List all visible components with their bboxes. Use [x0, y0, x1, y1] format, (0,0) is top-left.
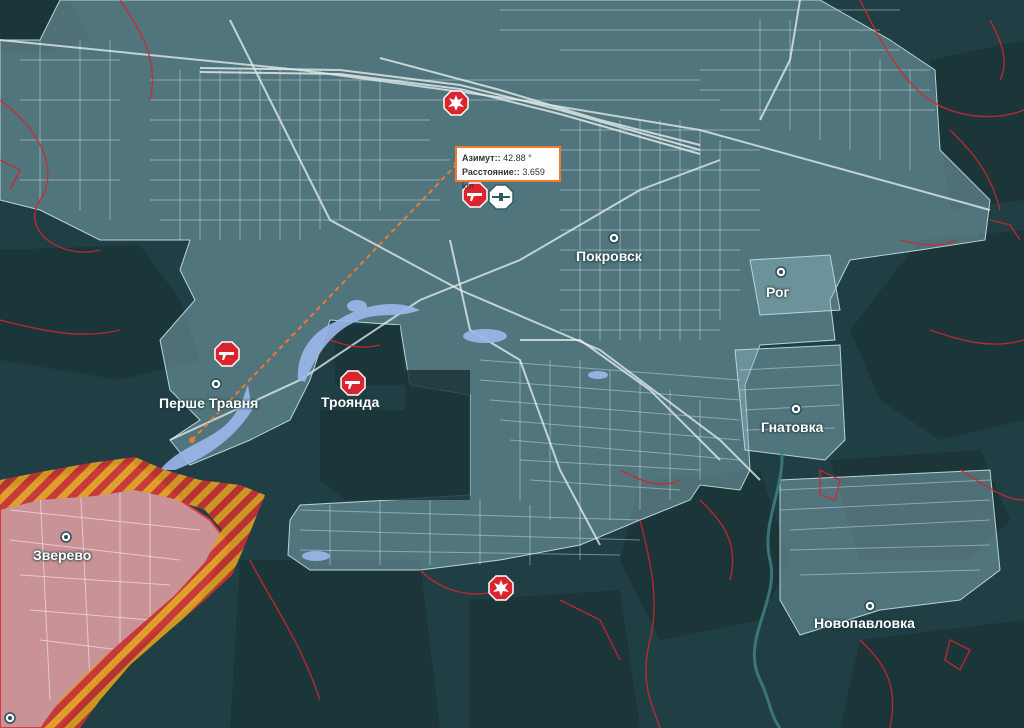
town-label-pokrovsk[interactable]: Покровск: [576, 248, 642, 264]
azimuth-label: Азимут::: [462, 153, 501, 163]
explosion-icon[interactable]: [488, 575, 514, 601]
town-label-pershe-travnya[interactable]: Перше Травня: [159, 395, 258, 411]
town-marker-icon[interactable]: [864, 600, 876, 612]
gun-icon[interactable]: [214, 341, 240, 367]
distance-label: Расстояние::: [462, 167, 520, 177]
gun-icon[interactable]: [340, 370, 366, 396]
town-label-rog[interactable]: Рог: [766, 284, 789, 300]
town-marker-icon[interactable]: [775, 266, 787, 278]
town-marker-icon[interactable]: [608, 232, 620, 244]
map-canvas[interactable]: Покровск Рог Перше Травня Троянда Гнатов…: [0, 0, 1024, 728]
distance-row: Расстояние:: 3.659 km: [462, 165, 554, 193]
town-label-gnatovka[interactable]: Гнатовка: [761, 419, 823, 435]
town-label-zverevo[interactable]: Зверево: [33, 547, 91, 563]
measure-tooltip: Азимут:: 42.88 ° Расстояние:: 3.659 km: [455, 146, 561, 191]
town-marker-icon[interactable]: [790, 403, 802, 415]
town-marker-icon[interactable]: [4, 712, 16, 724]
town-marker-icon[interactable]: [60, 531, 72, 543]
town-marker-icon[interactable]: [210, 378, 222, 390]
explosion-icon[interactable]: [443, 90, 469, 116]
town-label-novopavlovka[interactable]: Новопавловка: [814, 615, 915, 631]
town-label-troyanda[interactable]: Троянда: [321, 394, 379, 410]
azimuth-value: 42.88 °: [503, 153, 532, 163]
azimuth-row: Азимут:: 42.88 °: [462, 151, 554, 165]
measure-start: [189, 437, 195, 443]
